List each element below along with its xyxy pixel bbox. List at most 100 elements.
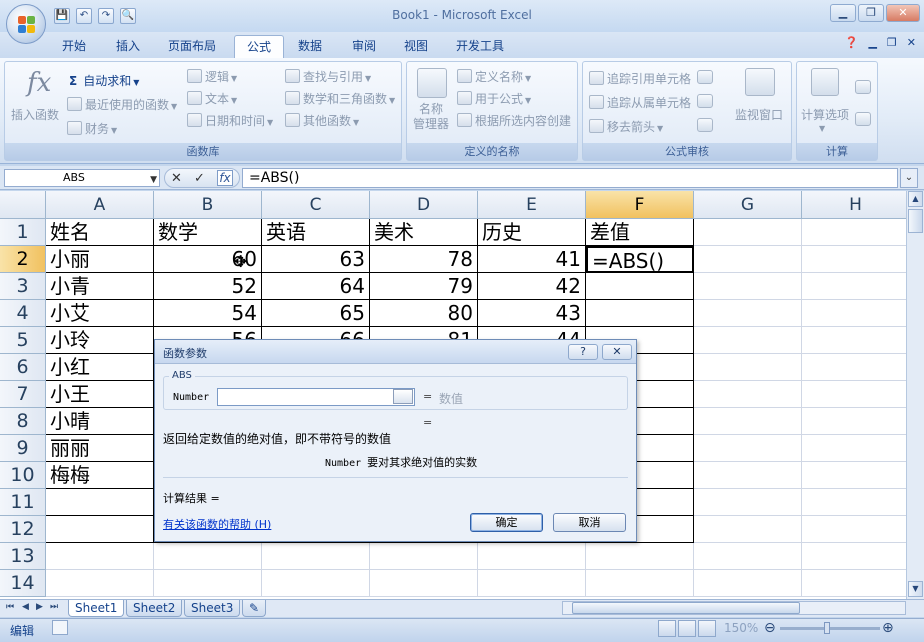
insert-sheet-icon[interactable]: ✎ (242, 600, 266, 617)
formula-input[interactable]: =ABS() (242, 168, 898, 188)
cell-d1[interactable]: 美术 (370, 219, 478, 246)
cell-f3[interactable] (586, 273, 694, 300)
scroll-down-icon[interactable]: ▼ (908, 581, 923, 597)
select-all-corner[interactable] (0, 191, 46, 219)
use-in-formula-button[interactable]: 用于公式 ▼ (457, 90, 531, 107)
tab-page-layout[interactable]: 页面布局 (156, 35, 228, 58)
cell-e13[interactable] (478, 543, 586, 570)
cell-a6[interactable]: 小红 (46, 354, 154, 381)
row-header-11[interactable]: 11 (0, 489, 46, 516)
row-header-5[interactable]: 5 (0, 327, 46, 354)
trace-dependents-button[interactable]: 追踪从属单元格 (589, 94, 691, 111)
enter-icon[interactable]: ✓ (194, 171, 205, 186)
tab-home[interactable]: 开始 (50, 35, 98, 58)
cell-f4[interactable] (586, 300, 694, 327)
dialog-help-button[interactable]: ? (568, 344, 598, 360)
watch-window-button[interactable]: 监视窗口 (735, 106, 783, 123)
cell-e3[interactable]: 42 (478, 273, 586, 300)
calculate-now-icon[interactable] (855, 80, 871, 94)
cell-e2[interactable]: 41 (478, 246, 586, 273)
row-header-14[interactable]: 14 (0, 570, 46, 597)
restore-icon[interactable]: ❐ (858, 4, 884, 22)
cell-a8[interactable]: 小晴 (46, 408, 154, 435)
tab-developer[interactable]: 开发工具 (444, 35, 516, 58)
tab-insert[interactable]: 插入 (104, 35, 152, 58)
page-layout-view-icon[interactable] (678, 620, 696, 637)
cell-b4[interactable]: 54 (154, 300, 262, 327)
cell-g8[interactable] (694, 408, 802, 435)
help-icon[interactable]: ❓ (845, 36, 859, 49)
cell-h4[interactable] (802, 300, 906, 327)
insert-function-button[interactable]: 插入函数 (11, 106, 59, 123)
cell-a10[interactable]: 梅梅 (46, 462, 154, 489)
cell-a4[interactable]: 小艾 (46, 300, 154, 327)
error-checking-icon[interactable] (697, 94, 713, 108)
cell-g7[interactable] (694, 381, 802, 408)
page-break-view-icon[interactable] (698, 620, 716, 637)
cell-a9[interactable]: 丽丽 (46, 435, 154, 462)
cancel-icon[interactable]: ✕ (171, 171, 182, 186)
print-preview-icon[interactable]: 🔍 (120, 8, 136, 24)
cell-a1[interactable]: 姓名 (46, 219, 154, 246)
cell-a5[interactable]: 小玲 (46, 327, 154, 354)
insert-function-icon[interactable]: fx (216, 170, 233, 186)
save-icon[interactable]: 💾 (54, 8, 70, 24)
create-from-selection-button[interactable]: 根据所选内容创建 (457, 112, 571, 129)
cell-g10[interactable] (694, 462, 802, 489)
lookup-reference-button[interactable]: 查找与引用 ▼ (285, 68, 371, 85)
cell-g4[interactable] (694, 300, 802, 327)
cell-h9[interactable] (802, 435, 906, 462)
scroll-up-icon[interactable]: ▲ (908, 191, 923, 207)
trace-precedents-button[interactable]: 追踪引用单元格 (589, 70, 691, 87)
cell-d13[interactable] (370, 543, 478, 570)
normal-view-icon[interactable] (658, 620, 676, 637)
scroll-thumb[interactable] (908, 209, 923, 233)
cell-h2[interactable] (802, 246, 906, 273)
row-header-9[interactable]: 9 (0, 435, 46, 462)
more-functions-button[interactable]: 其他函数 ▼ (285, 112, 359, 129)
cell-f1[interactable]: 差值 (586, 219, 694, 246)
column-header-f[interactable]: F (586, 191, 694, 219)
column-header-d[interactable]: D (370, 191, 478, 219)
cell-g14[interactable] (694, 570, 802, 597)
row-header-12[interactable]: 12 (0, 516, 46, 543)
prev-sheet-icon[interactable]: ◀ (22, 602, 29, 612)
cell-h1[interactable] (802, 219, 906, 246)
number-argument-input[interactable] (217, 388, 415, 406)
row-header-13[interactable]: 13 (0, 543, 46, 570)
sheet-tab-2[interactable]: Sheet2 (126, 600, 183, 617)
cell-e4[interactable]: 43 (478, 300, 586, 327)
redo-icon[interactable]: ↷ (98, 8, 114, 24)
column-header-b[interactable]: B (154, 191, 262, 219)
autosum-button[interactable]: Σ 自动求和 ▼ (69, 72, 139, 89)
cell-f13[interactable] (586, 543, 694, 570)
watch-window-icon[interactable] (745, 68, 775, 96)
cell-c13[interactable] (262, 543, 370, 570)
row-header-1[interactable]: 1 (0, 219, 46, 246)
cell-d3[interactable]: 79 (370, 273, 478, 300)
cell-g6[interactable] (694, 354, 802, 381)
undo-icon[interactable]: ↶ (76, 8, 92, 24)
minimize-icon[interactable]: ▁ (830, 4, 856, 22)
cell-g12[interactable] (694, 516, 802, 543)
cell-g1[interactable] (694, 219, 802, 246)
math-trig-button[interactable]: 数学和三角函数 ▼ (285, 90, 395, 107)
cell-c1[interactable]: 英语 (262, 219, 370, 246)
cell-a2[interactable]: 小丽 (46, 246, 154, 273)
column-header-c[interactable]: C (262, 191, 370, 219)
insert-function-icon[interactable]: fx (27, 68, 51, 98)
column-header-g[interactable]: G (694, 191, 802, 219)
cell-h11[interactable] (802, 489, 906, 516)
horizontal-scroll-thumb[interactable] (572, 602, 800, 614)
cell-f14[interactable] (586, 570, 694, 597)
cell-a14[interactable] (46, 570, 154, 597)
remove-arrows-button[interactable]: 移去箭头 ▼ (589, 118, 663, 135)
cell-h6[interactable] (802, 354, 906, 381)
recent-functions-button[interactable]: 最近使用的函数 ▼ (67, 96, 177, 113)
tab-view[interactable]: 视图 (392, 35, 440, 58)
cell-g3[interactable] (694, 273, 802, 300)
cell-h13[interactable] (802, 543, 906, 570)
close-icon[interactable]: ✕ (907, 36, 916, 49)
text-button[interactable]: 文本 ▼ (187, 90, 237, 107)
cell-h12[interactable] (802, 516, 906, 543)
